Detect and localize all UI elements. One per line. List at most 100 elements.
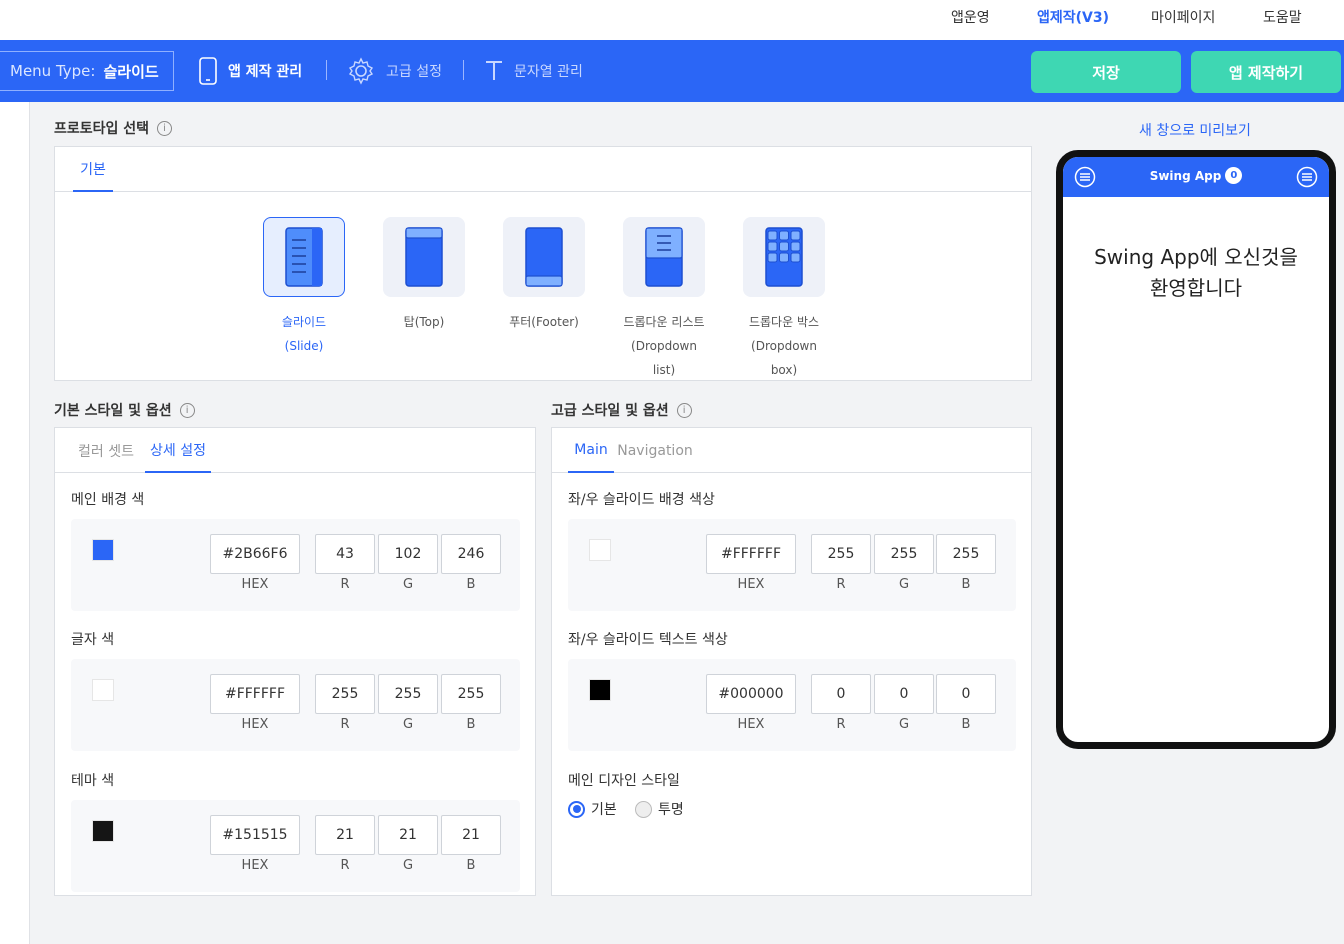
hex-input[interactable]: #FFFFFF	[706, 534, 796, 574]
tab-app-build-manage[interactable]: 앱 제작 관리	[198, 56, 302, 86]
welcome-line: 환영합니다	[1150, 276, 1242, 300]
color-swatch[interactable]	[92, 679, 114, 701]
hex-label: HEX	[241, 717, 269, 732]
tab-main[interactable]: Main	[568, 428, 614, 473]
build-app-button[interactable]: 앱 제작하기	[1191, 51, 1341, 93]
text-icon	[486, 61, 502, 80]
advanced-settings-label: 고급 설정	[386, 64, 442, 80]
green-input[interactable]: 255	[874, 534, 934, 574]
green-input[interactable]: 21	[378, 815, 438, 855]
main-bg-color-label: 메인 배경 색	[71, 492, 145, 508]
green-input[interactable]: 255	[378, 674, 438, 714]
nav-mypage[interactable]: 마이페이지	[1151, 7, 1215, 27]
hex-label: HEX	[737, 717, 765, 732]
basic-style-tabs: 컬러 셋트 상세 설정	[55, 428, 535, 473]
red-label: R	[836, 577, 846, 592]
hex-input[interactable]: #151515	[210, 815, 300, 855]
nav-app-build[interactable]: 앱제작(V3)	[1037, 7, 1109, 27]
red-input[interactable]: 255	[315, 674, 375, 714]
blue-label: B	[466, 577, 476, 592]
toolbar-divider	[326, 60, 327, 80]
green-input[interactable]: 102	[378, 534, 438, 574]
prototype-dropdown-box-thumbnail	[743, 217, 825, 297]
prototype-caption: 푸터(Footer)	[509, 315, 579, 329]
tab-basic[interactable]: 기본	[73, 147, 113, 192]
design-style-transparent-radio[interactable]: 투명	[635, 799, 684, 819]
red-input[interactable]: 43	[315, 534, 375, 574]
color-swatch[interactable]	[589, 679, 611, 701]
basic-style-section-title: 기본 스타일 및 옵션 i	[54, 400, 195, 420]
red-input[interactable]: 21	[315, 815, 375, 855]
prototype-slide[interactable]: 슬라이드(Slide)	[263, 217, 345, 358]
green-label: G	[898, 577, 910, 592]
top-layout-icon	[405, 227, 443, 287]
slide-bg-color-label: 좌/우 슬라이드 배경 색상	[568, 492, 715, 508]
main-design-style-label: 메인 디자인 스타일	[568, 773, 680, 789]
prototype-footer-thumbnail	[503, 217, 585, 297]
tab-detail-settings[interactable]: 상세 설정	[145, 428, 211, 473]
hex-label: HEX	[737, 577, 765, 592]
nav-help[interactable]: 도움말	[1263, 7, 1302, 27]
design-style-basic-radio[interactable]: 기본	[568, 799, 617, 819]
prototype-caption: 슬라이드(Slide)	[281, 315, 327, 353]
slide-layout-icon	[285, 227, 323, 287]
blue-label: B	[961, 717, 971, 732]
app-build-manage-label: 앱 제작 관리	[228, 64, 303, 80]
color-swatch[interactable]	[92, 539, 114, 561]
tab-color-set[interactable]: 컬러 셋트	[77, 428, 135, 473]
prototype-footer[interactable]: 푸터(Footer)	[503, 217, 585, 334]
nav-app-operation[interactable]: 앱운영	[951, 7, 990, 27]
left-sidebar	[0, 102, 30, 944]
blue-label: B	[466, 858, 476, 873]
advanced-style-tabs: Main Navigation	[552, 428, 1031, 473]
open-preview-new-window-link[interactable]: 새 창으로 미리보기	[1139, 120, 1251, 140]
save-button[interactable]: 저장	[1031, 51, 1181, 93]
prototype-top[interactable]: 탑(Top)	[383, 217, 465, 334]
menu-type-value: 슬라이드	[103, 62, 159, 81]
green-label: G	[402, 717, 414, 732]
menu-icon[interactable]	[1296, 166, 1318, 188]
text-color-label: 글자 색	[71, 632, 115, 648]
blue-input[interactable]: 255	[936, 534, 996, 574]
blue-input[interactable]: 0	[936, 674, 996, 714]
prototype-caption: 탑(Top)	[403, 315, 445, 329]
green-input[interactable]: 0	[874, 674, 934, 714]
dropdown-list-layout-icon	[645, 227, 683, 287]
green-label: G	[402, 858, 414, 873]
prototype-tabs: 기본	[55, 147, 1031, 192]
string-manage-label: 문자열 관리	[514, 64, 583, 80]
menu-type-selector[interactable]: Menu Type: 슬라이드	[0, 51, 174, 91]
prototype-dropdown-list[interactable]: 드롭다운 리스트 (Dropdown list)	[623, 217, 705, 382]
blue-input[interactable]: 255	[441, 674, 501, 714]
preview-app-title: Swing App 0	[1063, 167, 1329, 184]
prototype-dropdown-box[interactable]: 드롭다운 박스 (Dropdown box)	[743, 217, 825, 382]
smartphone-icon	[199, 57, 217, 85]
blue-input[interactable]: 21	[441, 815, 501, 855]
radio-unselected-icon	[635, 800, 652, 818]
red-label: R	[340, 717, 350, 732]
info-icon[interactable]: i	[157, 120, 173, 136]
tab-advanced-settings[interactable]: 고급 설정	[346, 56, 442, 86]
hex-input[interactable]: #2B66F6	[210, 534, 300, 574]
blue-input[interactable]: 246	[441, 534, 501, 574]
tab-navigation[interactable]: Navigation	[617, 428, 693, 473]
slide-text-color-label: 좌/우 슬라이드 텍스트 색상	[568, 632, 728, 648]
phone-preview: Swing App 0 Swing App에 오신것을 환영합니다	[1056, 150, 1336, 749]
hex-input[interactable]: #FFFFFF	[210, 674, 300, 714]
blue-label: B	[466, 717, 476, 732]
red-input[interactable]: 0	[811, 674, 871, 714]
blue-label: B	[961, 577, 971, 592]
hex-input[interactable]: #000000	[706, 674, 796, 714]
tab-string-manage[interactable]: 문자열 관리	[484, 56, 583, 86]
info-icon[interactable]: i	[676, 402, 692, 418]
slide-bg-color-box: #FFFFFF 255 255 255 HEX R G B	[568, 519, 1016, 611]
text-color-box: #FFFFFF 255 255 255 HEX R G B	[71, 659, 520, 751]
color-swatch[interactable]	[92, 820, 114, 842]
prototype-top-thumbnail	[383, 217, 465, 297]
red-label: R	[836, 717, 846, 732]
color-swatch[interactable]	[589, 539, 611, 561]
info-icon[interactable]: i	[179, 402, 195, 418]
green-label: G	[402, 577, 414, 592]
advanced-style-title-text: 고급 스타일 및 옵션	[551, 403, 669, 419]
red-input[interactable]: 255	[811, 534, 871, 574]
